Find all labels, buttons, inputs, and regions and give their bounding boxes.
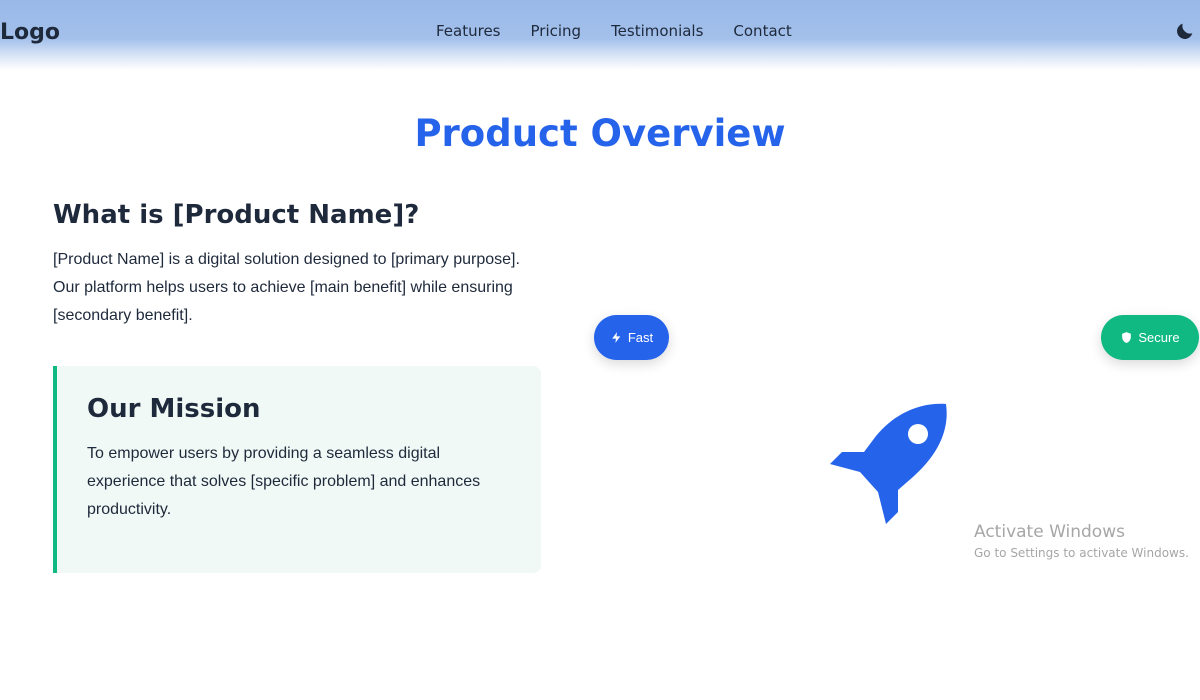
nav-link-pricing[interactable]: Pricing bbox=[531, 22, 582, 40]
mission-heading: Our Mission bbox=[87, 394, 261, 424]
watermark-title: Activate Windows bbox=[974, 522, 1125, 542]
nav-link-features[interactable]: Features bbox=[436, 22, 501, 40]
shield-icon bbox=[1122, 332, 1132, 343]
nav-link-testimonials[interactable]: Testimonials bbox=[611, 22, 703, 40]
rocket-icon bbox=[828, 402, 952, 526]
page-title: Product Overview bbox=[414, 112, 786, 155]
fast-badge-label: Fast bbox=[627, 330, 654, 345]
secure-badge-label: Secure bbox=[1138, 330, 1180, 345]
what-is-heading: What is [Product Name]? bbox=[53, 200, 420, 230]
bolt-icon bbox=[612, 332, 621, 343]
nav-link-contact[interactable]: Contact bbox=[733, 22, 791, 40]
mission-description: To empower users by providing a seamless… bbox=[87, 445, 481, 518]
navbar: Logo Features Pricing Testimonials Conta… bbox=[0, 0, 1200, 70]
moon-icon[interactable] bbox=[1174, 20, 1196, 42]
secure-badge: Secure bbox=[1101, 315, 1199, 360]
what-is-description: [Product Name] is a digital solution des… bbox=[53, 251, 520, 324]
logo[interactable]: Logo bbox=[0, 20, 60, 45]
mission-card: Our Mission To empower users by providin… bbox=[53, 366, 541, 573]
fast-badge: Fast bbox=[594, 315, 669, 360]
what-is-section: What is [Product Name]? [Product Name] i… bbox=[53, 200, 543, 330]
watermark-subtitle: Go to Settings to activate Windows. bbox=[974, 546, 1189, 560]
windows-activation-watermark: Activate Windows Go to Settings to activ… bbox=[974, 522, 1189, 560]
nav-links: Features Pricing Testimonials Contact bbox=[436, 22, 822, 40]
